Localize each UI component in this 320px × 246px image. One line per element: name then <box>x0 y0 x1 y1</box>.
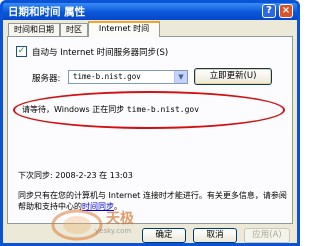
chevron-down-icon[interactable]: ▼ <box>174 71 187 83</box>
next-sync-text: 下次同步: 2008-2-23 在 13:03 <box>18 171 133 180</box>
title-bar[interactable]: 日期和时间 属性 ? × <box>3 3 297 20</box>
sync-status-prefix: 请等待，Windows 正在同步 <box>22 105 125 114</box>
server-label: 服务器: <box>32 74 61 84</box>
apply-button[interactable]: 应用(A) <box>244 228 290 243</box>
cancel-button[interactable]: 取消 <box>193 228 237 243</box>
server-value: time-b.nist.gov <box>73 72 141 81</box>
sync-status-server: time-b.nist.gov <box>126 105 200 114</box>
watermark-url: yesky.com <box>95 227 132 235</box>
sync-status-message: 请等待，Windows 正在同步 time-b.nist.gov <box>22 104 199 115</box>
tab-panel-internet-time: ✓ 自动与 Internet 时间服务器同步(S) 服务器: time-b.ni… <box>7 36 293 224</box>
tab-date-time[interactable]: 时间和日期 <box>8 23 60 36</box>
close-button[interactable]: × <box>279 4 293 18</box>
tab-internet-time[interactable]: Internet 时间 <box>88 21 160 37</box>
watermark-logo-text: 天极 <box>106 211 134 227</box>
server-combobox[interactable]: time-b.nist.gov ▼ <box>68 70 188 84</box>
watermark-logo-icon <box>51 209 103 241</box>
auto-sync-checkbox[interactable]: ✓ <box>16 46 27 57</box>
dialog-window: 日期和时间 属性 ? × 时间和日期 时区 Internet 时间 ✓ 自动与 … <box>0 0 300 246</box>
window-title: 日期和时间 属性 <box>8 6 86 18</box>
auto-sync-label: 自动与 Internet 时间服务器同步(S) <box>32 48 169 58</box>
ok-button[interactable]: 确定 <box>142 228 186 243</box>
help-button[interactable]: ? <box>262 4 276 18</box>
tab-time-zone[interactable]: 时区 <box>60 23 88 36</box>
update-now-button[interactable]: 立即更新(U) <box>194 68 272 85</box>
